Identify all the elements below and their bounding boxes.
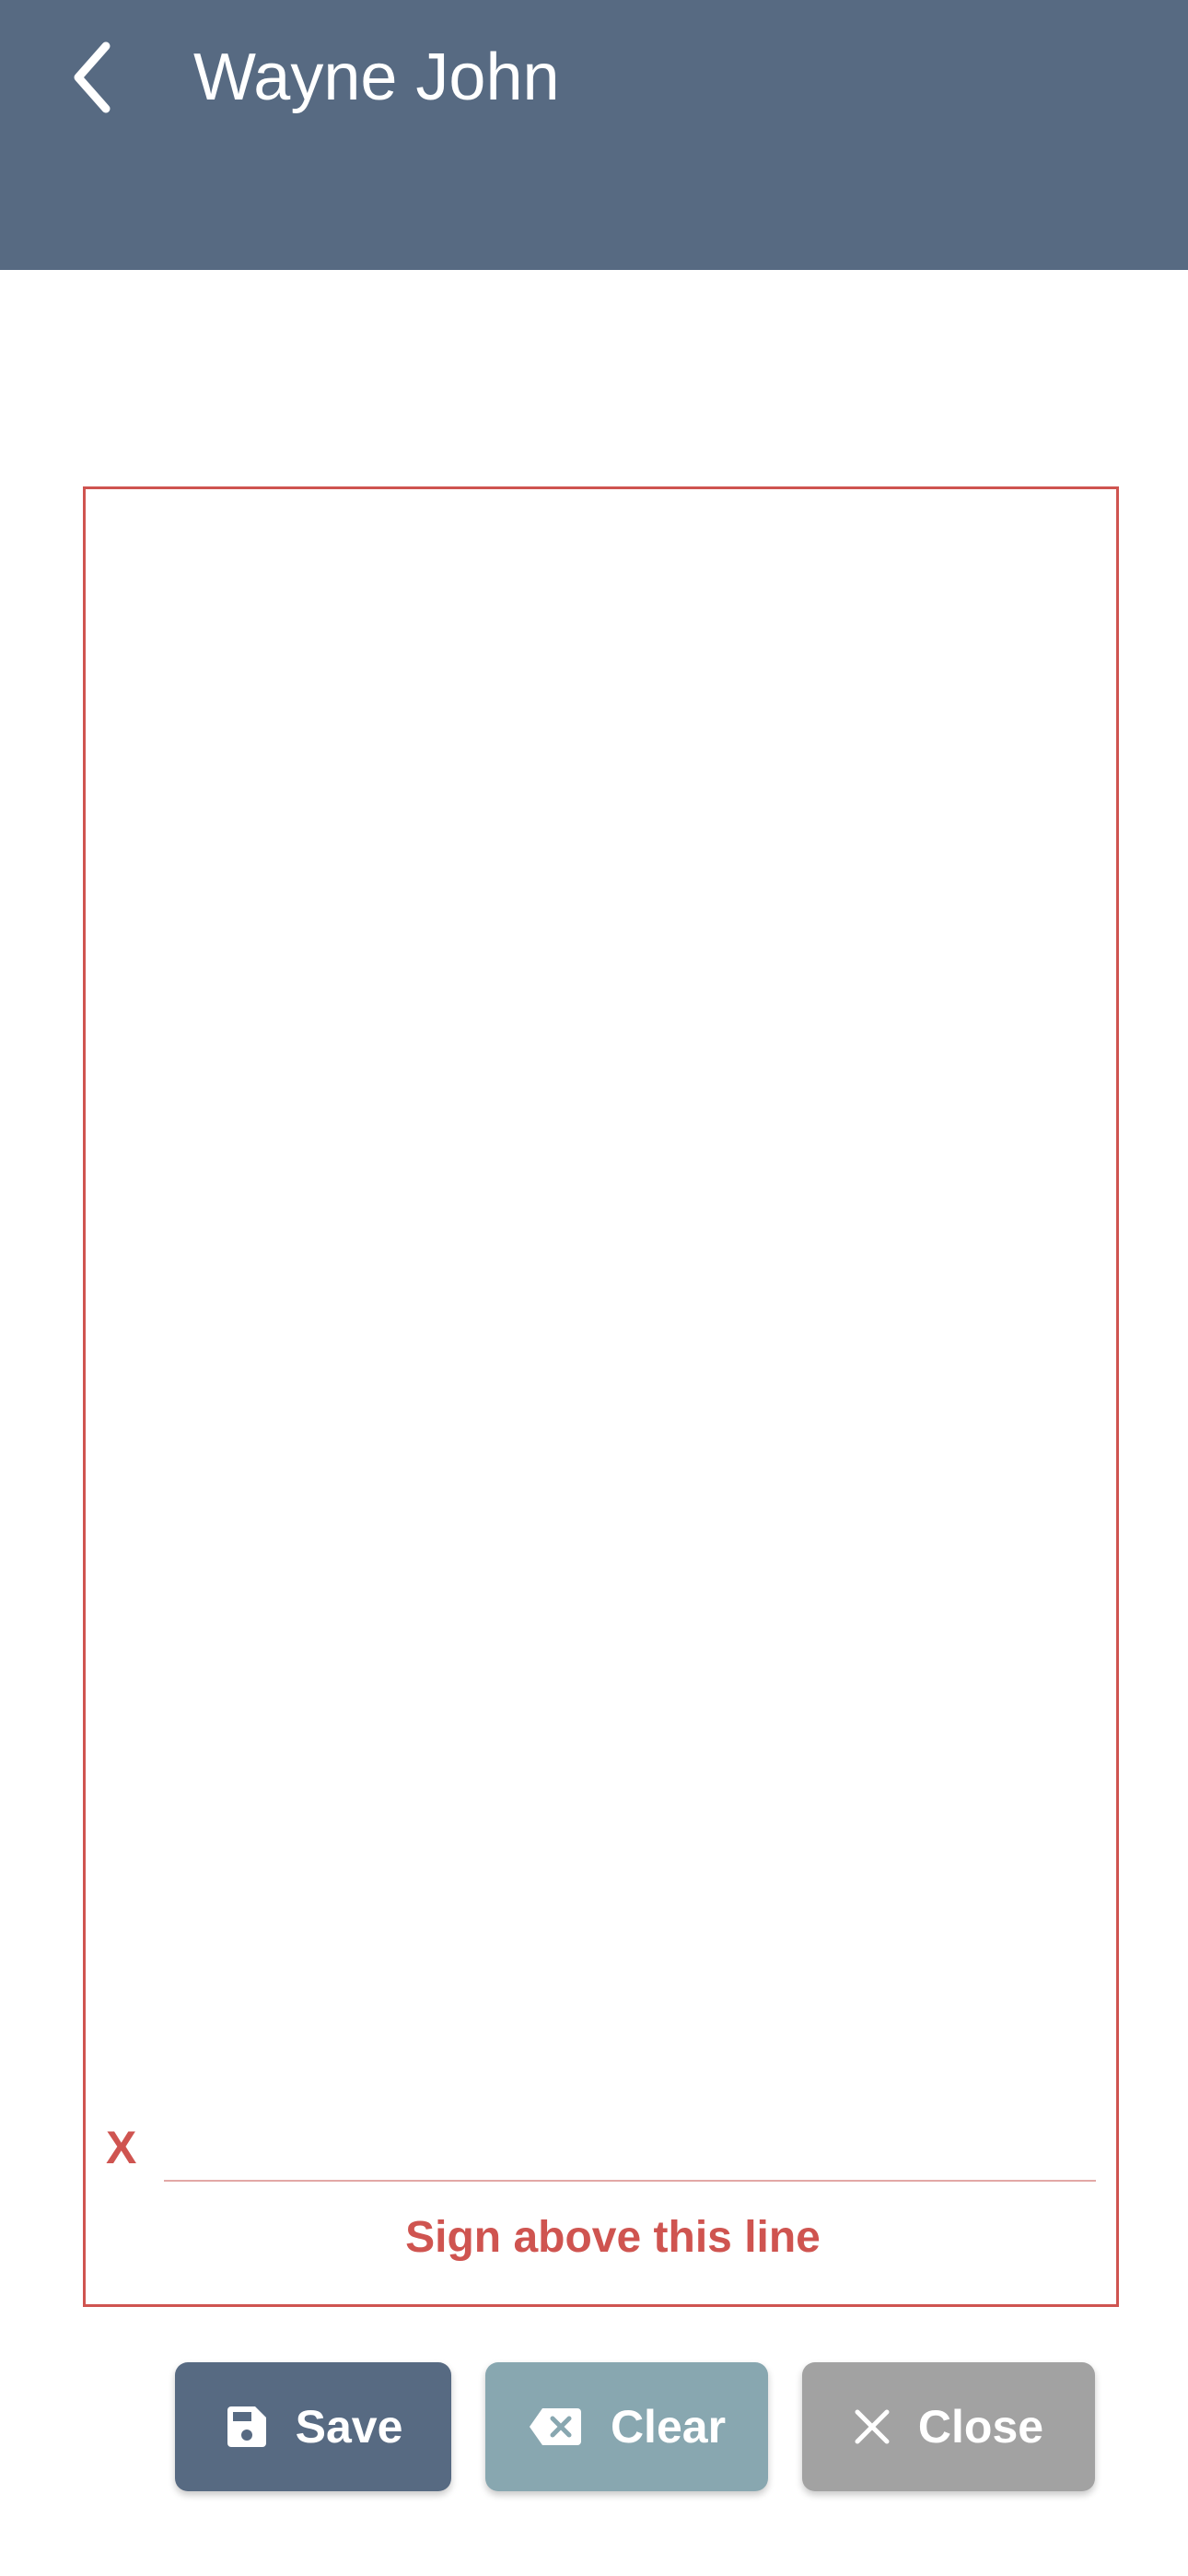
- app-header: Wayne John: [0, 0, 1188, 270]
- floppy-disk-icon: [224, 2405, 268, 2449]
- save-button[interactable]: Save: [175, 2362, 451, 2491]
- clear-button[interactable]: Clear: [485, 2362, 768, 2491]
- save-button-label: Save: [295, 2401, 403, 2453]
- close-button-label: Close: [917, 2401, 1044, 2453]
- clear-button-label: Clear: [610, 2401, 727, 2453]
- close-button[interactable]: Close: [802, 2362, 1095, 2491]
- signature-caption: Sign above this line: [405, 2213, 821, 2262]
- signature-x-mark: X: [106, 2122, 137, 2173]
- chevron-left-icon: [74, 41, 111, 113]
- signature-line: [164, 2180, 1096, 2182]
- page-title: Wayne John: [193, 41, 560, 114]
- close-icon: [854, 2408, 891, 2445]
- backspace-icon: [528, 2406, 583, 2447]
- signature-pad[interactable]: X Sign above this line: [83, 486, 1119, 2307]
- back-button[interactable]: [55, 35, 129, 120]
